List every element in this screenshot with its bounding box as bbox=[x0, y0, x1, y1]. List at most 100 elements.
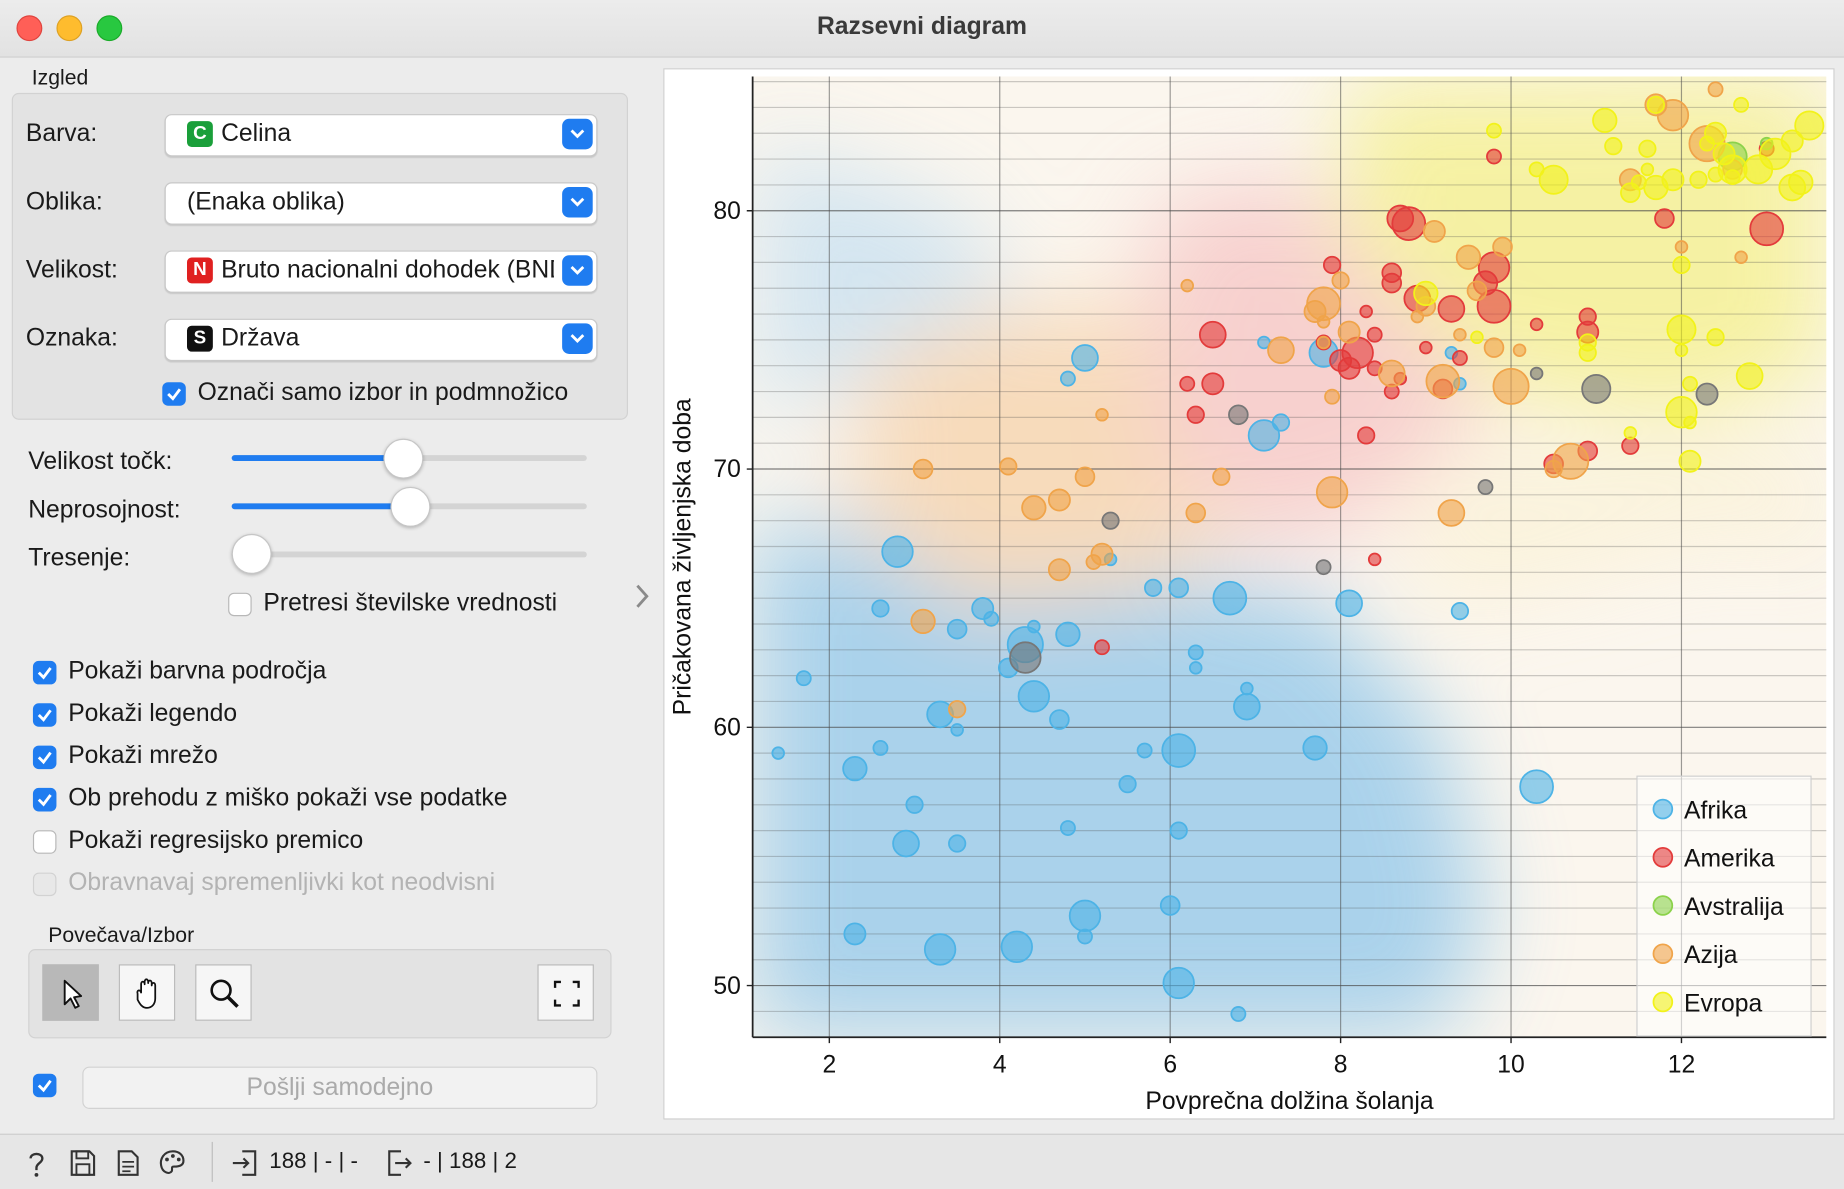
opacity-handle[interactable] bbox=[390, 486, 431, 527]
reset-zoom-button[interactable] bbox=[537, 964, 594, 1021]
label-attr-combo[interactable]: S Država bbox=[164, 318, 598, 362]
data-point[interactable] bbox=[905, 795, 924, 814]
data-point[interactable] bbox=[1492, 367, 1530, 405]
data-point[interactable] bbox=[1486, 122, 1502, 139]
chevron-down-icon[interactable] bbox=[562, 186, 593, 218]
data-point[interactable] bbox=[1592, 107, 1618, 133]
zoom-tool-button[interactable] bbox=[195, 964, 252, 1021]
data-point[interactable] bbox=[1136, 742, 1153, 759]
shape-combo[interactable]: (Enaka oblika) bbox=[164, 182, 598, 225]
data-point[interactable] bbox=[1512, 343, 1527, 357]
data-point[interactable] bbox=[1212, 467, 1231, 486]
data-point[interactable] bbox=[1159, 895, 1181, 916]
data-point[interactable] bbox=[1529, 366, 1544, 381]
data-point[interactable] bbox=[1027, 619, 1041, 634]
data-point[interactable] bbox=[1144, 578, 1163, 597]
data-point[interactable] bbox=[871, 599, 890, 618]
data-point[interactable] bbox=[1477, 479, 1494, 496]
data-point[interactable] bbox=[1661, 168, 1685, 192]
data-point[interactable] bbox=[1267, 336, 1295, 365]
data-point[interactable] bbox=[1059, 370, 1076, 387]
show-regression-checkbox[interactable] bbox=[32, 830, 57, 854]
data-point[interactable] bbox=[923, 933, 957, 966]
data-point[interactable] bbox=[1483, 337, 1505, 358]
show-color-regions-checkbox[interactable] bbox=[32, 660, 57, 685]
data-point[interactable] bbox=[1437, 295, 1466, 323]
data-point[interactable] bbox=[1000, 930, 1033, 964]
data-point[interactable] bbox=[1322, 255, 1342, 275]
data-point[interactable] bbox=[1640, 162, 1655, 177]
jitter-handle[interactable] bbox=[231, 533, 272, 574]
data-point[interactable] bbox=[1198, 320, 1227, 349]
data-point[interactable] bbox=[1059, 820, 1076, 836]
data-point[interactable] bbox=[1654, 208, 1675, 229]
data-point[interactable] bbox=[1678, 449, 1702, 473]
data-point[interactable] bbox=[1271, 413, 1291, 432]
data-point[interactable] bbox=[872, 740, 889, 756]
data-point[interactable] bbox=[1455, 244, 1482, 270]
data-point[interactable] bbox=[842, 755, 868, 782]
chevron-down-icon[interactable] bbox=[562, 118, 593, 150]
data-point[interactable] bbox=[1180, 278, 1194, 293]
data-point[interactable] bbox=[1578, 343, 1597, 362]
data-point[interactable] bbox=[946, 618, 968, 640]
palette-icon[interactable] bbox=[158, 1148, 189, 1179]
data-point[interactable] bbox=[1623, 426, 1638, 440]
data-point[interactable] bbox=[1486, 148, 1502, 165]
data-point[interactable] bbox=[1047, 558, 1071, 582]
data-point[interactable] bbox=[1090, 542, 1114, 566]
data-point[interactable] bbox=[1049, 709, 1070, 730]
data-point[interactable] bbox=[1359, 304, 1373, 319]
scatter-plot[interactable]: 2 4 6 8 10 12 50 60 70 80 Povprečna dolžina šolanj… bbox=[664, 69, 1833, 1118]
data-point[interactable] bbox=[1735, 362, 1764, 390]
data-point[interactable] bbox=[950, 723, 964, 737]
data-point[interactable] bbox=[892, 829, 920, 858]
data-point[interactable] bbox=[1302, 735, 1328, 761]
send-automatically-button[interactable]: Pošlji samodejno bbox=[82, 1066, 598, 1109]
data-point[interactable] bbox=[1689, 170, 1708, 189]
data-point[interactable] bbox=[1682, 375, 1698, 392]
data-point[interactable] bbox=[1185, 502, 1207, 524]
data-point[interactable] bbox=[1733, 96, 1750, 113]
data-point[interactable] bbox=[1335, 589, 1363, 618]
data-point[interactable] bbox=[1621, 436, 1640, 455]
data-point[interactable] bbox=[1047, 488, 1071, 512]
chevron-down-icon[interactable] bbox=[562, 323, 593, 354]
data-point[interactable] bbox=[1186, 405, 1205, 424]
data-point[interactable] bbox=[1419, 340, 1433, 355]
data-point[interactable] bbox=[1646, 95, 1666, 114]
data-point[interactable] bbox=[1230, 1006, 1247, 1022]
data-point[interactable] bbox=[771, 746, 785, 760]
data-point[interactable] bbox=[1074, 466, 1096, 488]
data-point[interactable] bbox=[948, 700, 967, 719]
data-point[interactable] bbox=[1094, 639, 1110, 656]
show-grid-checkbox[interactable] bbox=[32, 745, 57, 770]
data-point[interactable] bbox=[1674, 343, 1689, 357]
data-point[interactable] bbox=[1169, 821, 1188, 840]
data-point[interactable] bbox=[1529, 317, 1544, 332]
data-point[interactable] bbox=[1492, 236, 1513, 258]
data-point[interactable] bbox=[1068, 899, 1102, 933]
data-point[interactable] bbox=[1324, 388, 1341, 405]
data-point[interactable] bbox=[1695, 382, 1719, 406]
data-point[interactable] bbox=[983, 610, 1000, 627]
report-icon[interactable] bbox=[115, 1148, 141, 1179]
data-point[interactable] bbox=[1161, 733, 1197, 768]
data-point[interactable] bbox=[1201, 372, 1225, 396]
data-point[interactable] bbox=[948, 834, 967, 853]
data-point[interactable] bbox=[1749, 211, 1785, 247]
data-point[interactable] bbox=[1101, 511, 1120, 530]
size-combo[interactable]: N Bruto nacionalni dohodek (BND) bbox=[164, 250, 598, 293]
data-point[interactable] bbox=[1377, 359, 1406, 388]
data-point[interactable] bbox=[1055, 621, 1081, 647]
data-point[interactable] bbox=[1437, 499, 1466, 527]
plot-area[interactable]: 2 4 6 8 10 12 50 60 70 80 Povprečna dolžina šolanj… bbox=[663, 68, 1835, 1120]
data-point[interactable] bbox=[1519, 769, 1554, 805]
data-point[interactable] bbox=[881, 535, 914, 568]
data-point[interactable] bbox=[1095, 408, 1109, 422]
pan-tool-button[interactable] bbox=[118, 964, 176, 1021]
help-icon[interactable] bbox=[24, 1148, 50, 1179]
data-point[interactable] bbox=[1077, 928, 1093, 945]
data-point[interactable] bbox=[1638, 139, 1657, 158]
data-point[interactable] bbox=[1672, 255, 1691, 275]
